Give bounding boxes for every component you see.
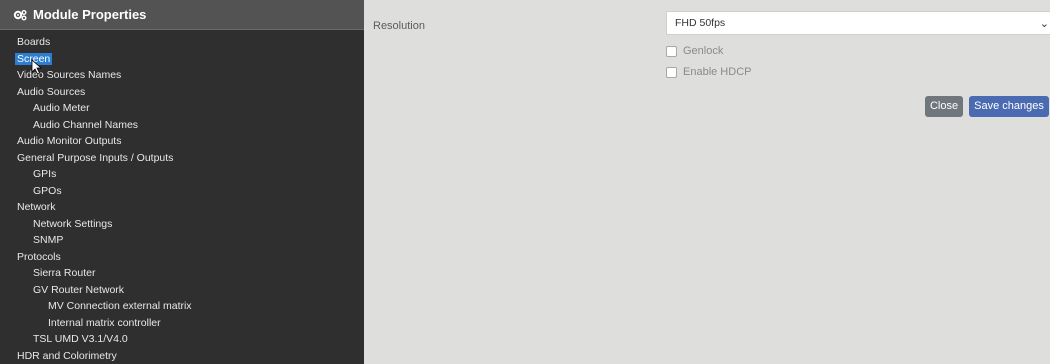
- genlock-checkbox[interactable]: [666, 45, 677, 57]
- sidebar-item-mv-connection-external-matrix[interactable]: MV Connection external matrix: [0, 298, 364, 315]
- sidebar-item-snmp[interactable]: SNMP: [0, 232, 364, 249]
- sidebar-item-general-purpose-inputs-outputs[interactable]: General Purpose Inputs / Outputs: [0, 150, 364, 167]
- sidebar-item-network-settings[interactable]: Network Settings: [0, 216, 364, 233]
- sidebar-item-label: Internal matrix controller: [48, 316, 161, 329]
- sidebar-item-network[interactable]: Network: [0, 199, 364, 216]
- sidebar-item-label: HDR and Colorimetry: [17, 349, 117, 362]
- sidebar: Module Properties Boards Screen Video Sour…: [0, 0, 364, 364]
- sidebar-item-audio-channel-names[interactable]: Audio Channel Names: [0, 117, 364, 134]
- sidebar-item-label: Audio Monitor Outputs: [17, 135, 122, 147]
- sidebar-item-tsl-umd-v3-1-v4-0[interactable]: TSL UMD V3.1/V4.0: [0, 331, 364, 348]
- sidebar-item-label: Network Settings: [33, 217, 113, 230]
- sidebar-item-label: MV Connection external matrix: [48, 300, 192, 312]
- sidebar-item-gpos[interactable]: GPOs: [0, 183, 364, 200]
- sidebar-item-audio-meter[interactable]: Audio Meter: [0, 100, 364, 117]
- sidebar-item-label: Audio Meter: [33, 102, 90, 114]
- sidebar-item-protocols[interactable]: Protocols: [0, 249, 364, 266]
- sidebar-item-label: SNMP: [33, 234, 64, 246]
- main-panel: Resolution FHD 50fps ⌄ Genlock Enable HD…: [364, 0, 1050, 364]
- sidebar-item-internal-matrix-controller[interactable]: Internal matrix controller: [0, 315, 364, 332]
- sidebar-item-label: GV Router Network: [33, 283, 125, 296]
- genlock-row[interactable]: Genlock: [666, 45, 723, 57]
- sidebar-item-label: General Purpose Inputs / Outputs: [17, 151, 174, 164]
- sidebar-item-screen[interactable]: Screen: [0, 51, 364, 68]
- sidebar-item-label: TSL UMD V3.1/V4.0: [33, 333, 128, 345]
- genlock-label: Genlock: [683, 45, 724, 57]
- resolution-select[interactable]: FHD 50fps ⌄: [666, 11, 1050, 35]
- sidebar-item-label: Audio Sources: [17, 85, 86, 98]
- sidebar-item-sierra-router[interactable]: Sierra Router: [0, 265, 364, 282]
- sidebar-item-label: Sierra Router: [33, 267, 96, 279]
- resolution-label: Resolution: [373, 20, 425, 32]
- sidebar-item-label: GPOs: [33, 184, 62, 197]
- sidebar-title: Module Properties: [33, 7, 147, 22]
- save-changes-button[interactable]: Save changes: [969, 96, 1049, 117]
- sidebar-item-label: Boards: [17, 36, 51, 48]
- enable-hdcp-label: Enable HDCP: [683, 66, 752, 78]
- close-button[interactable]: Close: [925, 96, 963, 117]
- chevron-down-icon: ⌄: [1039, 18, 1049, 30]
- sidebar-item-gpis[interactable]: GPIs: [0, 166, 364, 183]
- properties-tree: Boards Screen Video Sources Names Audio Sou…: [0, 30, 364, 364]
- resolution-value: FHD 50fps: [675, 17, 726, 29]
- sidebar-item-label: Audio Channel Names: [33, 118, 139, 131]
- hdcp-row[interactable]: Enable HDCP: [666, 66, 751, 78]
- sidebar-item-label: Network: [17, 201, 56, 213]
- gears-icon: [13, 9, 27, 21]
- mouse-cursor-icon: [31, 59, 42, 75]
- sidebar-header: Module Properties: [0, 0, 364, 30]
- sidebar-item-audio-monitor-outputs[interactable]: Audio Monitor Outputs: [0, 133, 364, 150]
- sidebar-item-label: GPIs: [33, 168, 57, 180]
- sidebar-item-label: Protocols: [17, 250, 61, 263]
- sidebar-item-video-sources-names[interactable]: Video Sources Names: [0, 67, 364, 84]
- sidebar-item-gv-router-network[interactable]: GV Router Network: [0, 282, 364, 299]
- sidebar-item-boards[interactable]: Boards: [0, 34, 364, 51]
- sidebar-item-hdr-and-colorimetry[interactable]: HDR and Colorimetry: [0, 348, 364, 364]
- enable-hdcp-checkbox[interactable]: [666, 66, 677, 78]
- sidebar-item-audio-sources[interactable]: Audio Sources: [0, 84, 364, 101]
